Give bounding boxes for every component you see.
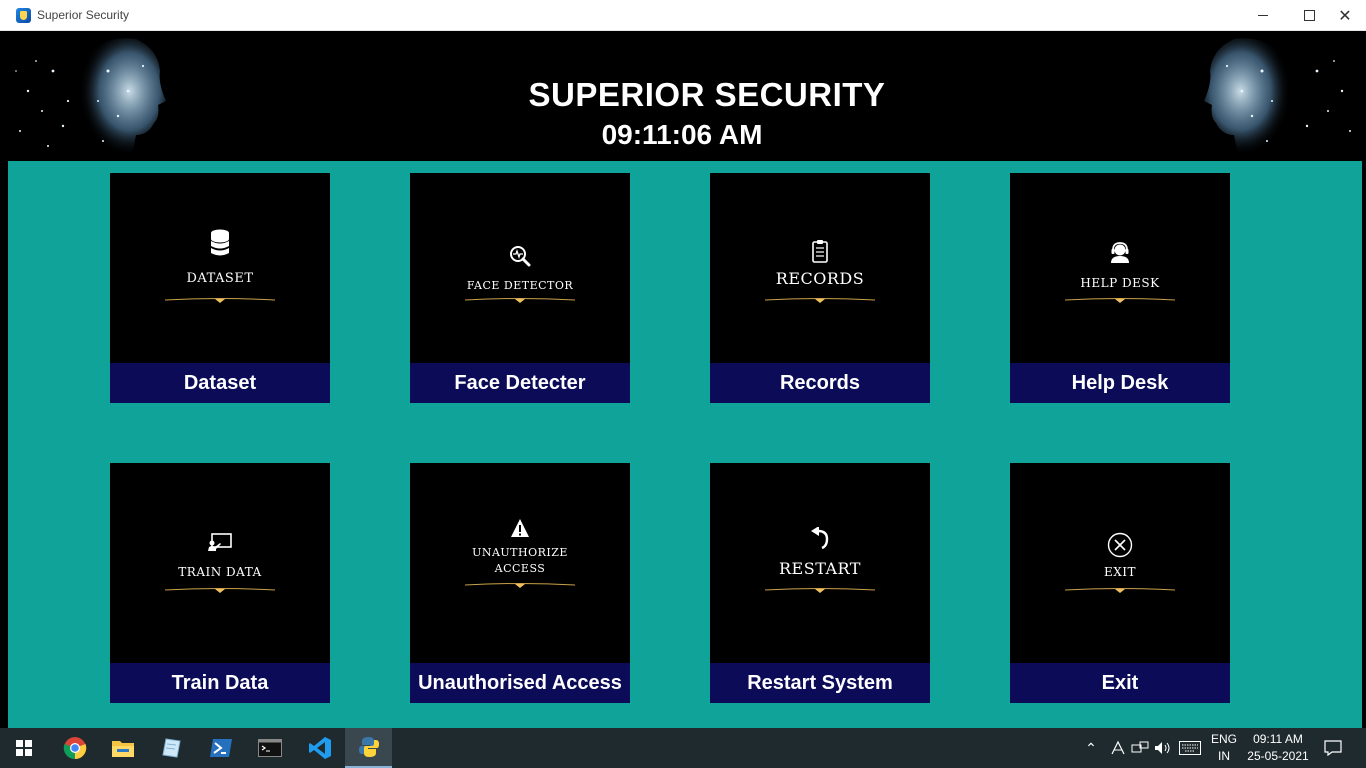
tile-exit-image[interactable]: EXIT bbox=[1010, 463, 1230, 663]
help-desk-button[interactable]: Help Desk bbox=[1010, 363, 1230, 403]
vscode-icon bbox=[309, 737, 331, 759]
powershell-icon bbox=[210, 739, 232, 757]
taskbar-notepad[interactable] bbox=[147, 728, 197, 768]
restart-arrow-icon bbox=[811, 527, 829, 549]
support-agent-icon bbox=[1111, 242, 1129, 263]
window-frame-right bbox=[1362, 31, 1366, 728]
taskbar-chrome[interactable] bbox=[50, 728, 100, 768]
keyboard-icon bbox=[1179, 741, 1201, 755]
presentation-icon bbox=[208, 533, 232, 551]
ornament-divider-icon bbox=[765, 298, 875, 303]
main-panel: DATASET Dataset FACE DETECTOR Face Detec… bbox=[8, 161, 1362, 728]
ornament-divider-icon bbox=[465, 583, 575, 588]
tile-dataset[interactable]: DATASET Dataset bbox=[110, 173, 330, 403]
close-icon: ✕ bbox=[1338, 7, 1352, 25]
tile-face-detector-image[interactable]: FACE DETECTOR bbox=[410, 173, 630, 363]
windows-logo-icon bbox=[16, 740, 32, 756]
app-shield-icon bbox=[16, 8, 31, 23]
tile-records-image[interactable]: RECORDS bbox=[710, 173, 930, 363]
show-hidden-icons-button[interactable]: ⌃ bbox=[1080, 728, 1102, 768]
network-icon bbox=[1131, 741, 1149, 753]
python-icon bbox=[358, 737, 379, 757]
network-status[interactable] bbox=[1128, 728, 1152, 768]
tile-exit-art-label: EXIT bbox=[1103, 565, 1137, 579]
train-data-button[interactable]: Train Data bbox=[110, 663, 330, 703]
clipboard-list-icon bbox=[812, 240, 828, 263]
restart-system-button[interactable]: Restart System bbox=[710, 663, 930, 703]
speaker-icon bbox=[1155, 742, 1170, 754]
touch-keyboard-button[interactable] bbox=[1176, 728, 1204, 768]
minimize-icon bbox=[1258, 15, 1268, 16]
tile-help-desk-image[interactable]: HELP DESK bbox=[1010, 173, 1230, 363]
taskbar-powershell[interactable] bbox=[196, 728, 246, 768]
tile-help-desk-art-label: HELP DESK bbox=[1080, 276, 1160, 290]
tile-restart-system-art-label: RESTART bbox=[779, 559, 861, 578]
exit-button[interactable]: Exit bbox=[1010, 663, 1230, 703]
tile-dataset-image[interactable]: DATASET bbox=[110, 173, 330, 363]
ornament-divider-icon bbox=[1065, 588, 1175, 593]
tile-restart-system[interactable]: RESTART Restart System bbox=[710, 463, 930, 703]
language-code: ENG bbox=[1210, 732, 1237, 746]
maximize-icon bbox=[1303, 10, 1315, 21]
input-language[interactable]: ENG IN bbox=[1206, 728, 1242, 768]
taskbar-python-active[interactable] bbox=[345, 728, 392, 768]
location-icon bbox=[1111, 740, 1125, 755]
ornament-divider-icon bbox=[765, 588, 875, 593]
tile-face-detector-art-label: FACE DETECTOR bbox=[466, 279, 574, 292]
taskbar-vscode[interactable] bbox=[295, 728, 345, 768]
ornament-divider-icon bbox=[465, 298, 575, 303]
app-header: SUPERIOR SECURITY 09:11:06 AM bbox=[8, 31, 1362, 161]
exit-circle-icon bbox=[1107, 532, 1133, 558]
system-clock[interactable]: 09:11 AM 25-05-2021 bbox=[1242, 728, 1314, 768]
live-clock: 09:11:06 AM bbox=[601, 119, 763, 150]
notification-icon bbox=[1324, 740, 1342, 756]
face-detector-button[interactable]: Face Detecter bbox=[410, 363, 630, 403]
tile-unauthorised-access-art-label-line2: ACCESS bbox=[494, 562, 546, 575]
taskbar-file-explorer[interactable] bbox=[98, 728, 148, 768]
tile-unauthorised-access[interactable]: UNAUTHORIZE ACCESS Unauthorised Access bbox=[410, 463, 630, 703]
records-button[interactable]: Records bbox=[710, 363, 930, 403]
tile-train-data-art-label: TRAIN DATA bbox=[178, 565, 262, 579]
notepad-icon bbox=[162, 738, 181, 758]
chrome-icon bbox=[63, 737, 87, 760]
ornament-divider-icon bbox=[165, 298, 275, 303]
unauthorised-access-button[interactable]: Unauthorised Access bbox=[410, 663, 630, 703]
tile-unauthorised-access-image[interactable]: UNAUTHORIZE ACCESS bbox=[410, 463, 630, 663]
tile-dataset-art-label: DATASET bbox=[186, 271, 254, 286]
system-time: 09:11 AM bbox=[1253, 732, 1303, 746]
terminal-icon bbox=[258, 739, 282, 757]
window-frame-left bbox=[0, 31, 8, 728]
minimize-button[interactable] bbox=[1240, 0, 1286, 31]
tile-records-art-label: RECORDS bbox=[775, 269, 865, 288]
ornament-divider-icon bbox=[165, 588, 275, 593]
volume-control[interactable] bbox=[1152, 728, 1174, 768]
start-button[interactable] bbox=[0, 728, 48, 768]
warning-icon bbox=[511, 519, 529, 537]
window-title: Superior Security bbox=[37, 8, 130, 22]
window-title-bar[interactable]: Superior Security ✕ bbox=[0, 0, 1366, 31]
chevron-up-icon: ⌃ bbox=[1085, 739, 1097, 756]
face-search-icon bbox=[510, 246, 531, 267]
tile-face-detector[interactable]: FACE DETECTOR Face Detecter bbox=[410, 173, 630, 403]
tile-exit[interactable]: EXIT Exit bbox=[1010, 463, 1230, 703]
tile-help-desk[interactable]: HELP DESK Help Desk bbox=[1010, 173, 1230, 403]
windows-taskbar: ⌃ ENG IN 09:11 AM 25-05-2021 bbox=[0, 728, 1366, 768]
tile-train-data[interactable]: TRAIN DATA Train Data bbox=[110, 463, 330, 703]
tile-records[interactable]: RECORDS Records bbox=[710, 173, 930, 403]
system-date: 25-05-2021 bbox=[1247, 749, 1309, 763]
action-center-button[interactable] bbox=[1318, 728, 1348, 768]
close-button[interactable]: ✕ bbox=[1322, 0, 1366, 31]
app-title: SUPERIOR SECURITY bbox=[528, 76, 886, 113]
dataset-button[interactable]: Dataset bbox=[110, 363, 330, 403]
tile-restart-system-image[interactable]: RESTART bbox=[710, 463, 930, 663]
file-explorer-icon bbox=[112, 741, 134, 757]
ornament-divider-icon bbox=[1065, 298, 1175, 303]
tile-unauthorised-access-art-label-line1: UNAUTHORIZE bbox=[472, 546, 568, 559]
database-icon bbox=[211, 229, 229, 256]
tile-train-data-image[interactable]: TRAIN DATA bbox=[110, 463, 330, 663]
region-code: IN bbox=[1217, 749, 1230, 763]
taskbar-terminal[interactable] bbox=[245, 728, 295, 768]
